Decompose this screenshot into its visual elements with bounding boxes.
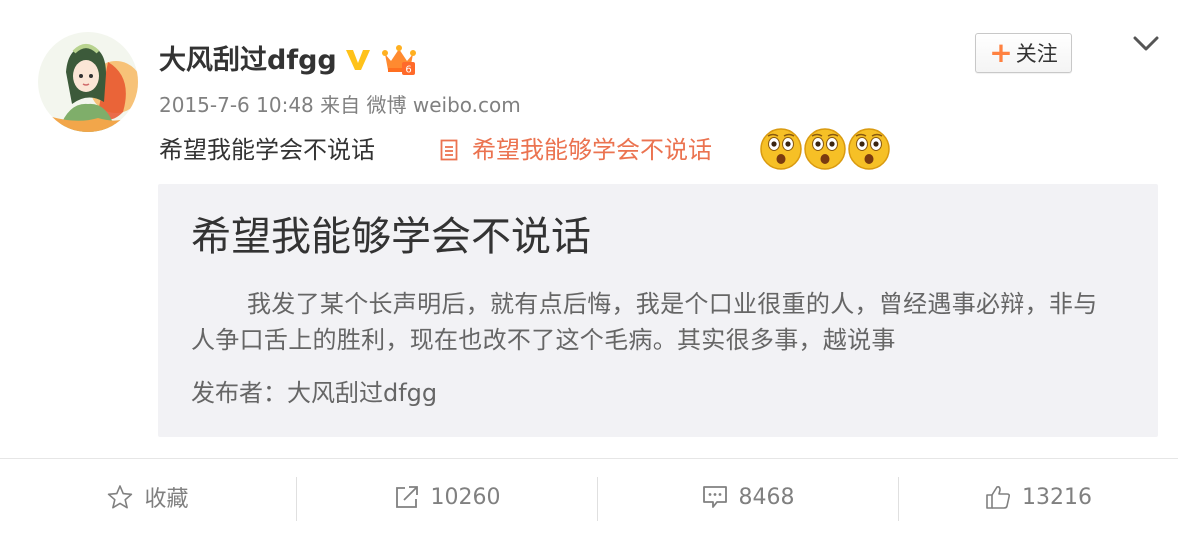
article-link[interactable]: 希望我能够学会不说话 xyxy=(440,133,712,167)
author-name: 大风刮过dfgg xyxy=(287,379,438,407)
article-card-excerpt: 我发了某个长声明后，就有点后悔，我是个口业很重的人，曾经遇事必辩，非与人争口舌上… xyxy=(191,290,1098,354)
article-card-author: 发布者：大风刮过dfgg xyxy=(191,377,437,409)
action-bar: 收藏 10260 8468 13216 xyxy=(0,458,1178,525)
shocked-emoji-icon xyxy=(760,128,802,170)
plus-icon: + xyxy=(989,36,1013,69)
avatar-image xyxy=(38,32,138,132)
article-card[interactable]: 希望我能够学会不说话 我发了某个长声明后，就有点后悔，我是个口业很重的人，曾经遇… xyxy=(158,184,1158,437)
star-icon xyxy=(108,485,133,509)
follow-button[interactable]: + 关注 xyxy=(975,33,1072,73)
post-source[interactable]: 微博 weibo.com xyxy=(367,93,521,117)
chevron-down-icon[interactable] xyxy=(1131,34,1161,54)
like-count: 13216 xyxy=(1022,484,1092,510)
favorite-label: 收藏 xyxy=(144,487,189,512)
member-crown-icon[interactable]: 6 xyxy=(382,44,416,76)
thumbs-up-icon xyxy=(986,486,1011,509)
verified-v-icon[interactable] xyxy=(344,45,372,73)
repost-count: 10260 xyxy=(430,484,501,510)
follow-button-label: 关注 xyxy=(1015,42,1058,66)
post-timestamp[interactable]: 2015-7-6 10:48 xyxy=(159,93,314,117)
comment-icon xyxy=(702,486,727,508)
article-card-title: 希望我能够学会不说话 xyxy=(191,214,591,260)
comment-count: 8468 xyxy=(738,484,795,510)
post-text: 希望我能学会不说话 xyxy=(159,136,375,164)
shocked-emoji-icon xyxy=(804,128,846,170)
article-link-label: 希望我能够学会不说话 xyxy=(472,136,712,164)
post-meta: 2015-7-6 10:48 来自 微博 weibo.com xyxy=(159,92,521,118)
avatar[interactable] xyxy=(38,32,138,132)
source-prefix: 来自 xyxy=(320,93,361,117)
repost-icon xyxy=(395,486,418,508)
emoji-group xyxy=(759,127,891,171)
shocked-emoji-icon xyxy=(848,128,890,170)
member-level-glyph: 6 xyxy=(405,65,411,76)
author-label: 发布者： xyxy=(191,379,287,407)
username[interactable]: 大风刮过dfgg xyxy=(159,44,337,78)
article-icon xyxy=(440,139,458,161)
